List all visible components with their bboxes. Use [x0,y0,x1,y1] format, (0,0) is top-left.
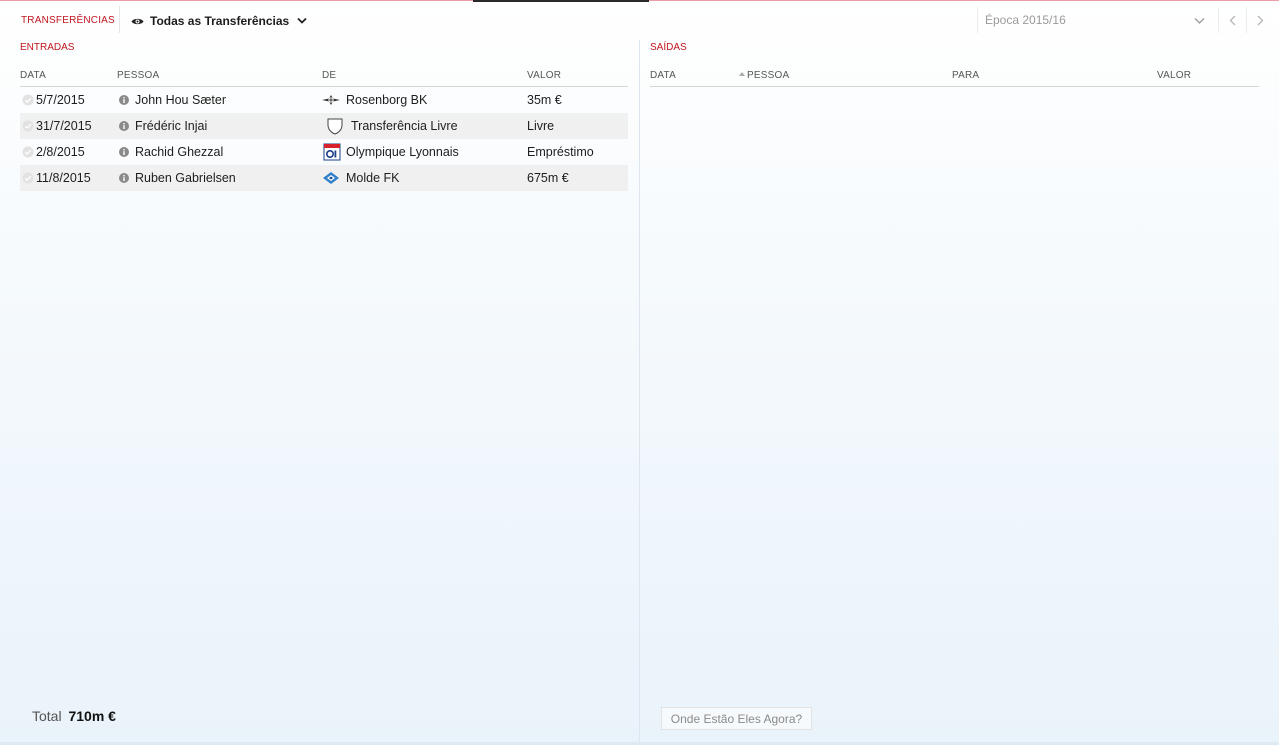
eye-icon [131,18,144,24]
info-icon[interactable] [119,173,129,183]
incoming-transfer-list: 5/7/2015 John Hou Sæter Rosenborg BK 35m… [20,87,628,191]
table-row[interactable]: 2/8/2015 Rachid Ghezzal Olympique Lyonna… [20,139,628,165]
info-icon[interactable] [119,95,129,105]
column-header-date[interactable]: DATA [20,70,46,81]
check-circle-icon [22,146,34,158]
panel-divider [639,40,640,745]
column-header-value[interactable]: VALOR [1157,70,1191,81]
total-value: 710m € [68,708,116,724]
club-name[interactable]: Rosenborg BK [346,93,427,107]
header-divider [119,6,120,33]
transfer-value: 35m € [527,93,562,107]
filter-label: Todas as Transferências [150,14,290,28]
previous-season-button[interactable] [1218,7,1246,33]
column-header-to[interactable]: PARA [952,70,979,81]
column-header-date[interactable]: DATA [650,70,676,81]
player-name[interactable]: Ruben Gabrielsen [135,171,236,185]
transfer-value: 675m € [527,171,569,185]
molde-crest-icon [323,172,339,184]
check-circle-icon [22,120,34,132]
transfer-date: 2/8/2015 [36,145,85,159]
player-name[interactable]: Frédéric Injai [135,119,207,133]
club-name[interactable]: Olympique Lyonnais [346,145,459,159]
transfer-date: 11/8/2015 [36,171,91,185]
chevron-down-icon [297,17,307,24]
info-icon[interactable] [119,121,129,131]
transfer-value: Empréstimo [527,145,594,159]
player-name[interactable]: John Hou Sæter [135,93,226,107]
transfer-value: Livre [527,119,555,133]
transfer-date: 31/7/2015 [36,119,92,133]
header-rule [650,86,1259,87]
club-name[interactable]: Molde FK [346,171,400,185]
table-row[interactable]: 11/8/2015 Ruben Gabrielsen Molde FK 675m… [20,165,628,191]
incoming-total: Total 710m € [32,708,116,724]
club-name[interactable]: Transferência Livre [351,119,458,133]
column-header-from[interactable]: DE [322,70,336,81]
lyon-crest-icon [323,143,341,161]
total-label: Total [32,708,62,724]
rosenborg-crest-icon [322,95,340,105]
header-bar: TRANSFERÊNCIAS Todas as Transferências É… [0,0,1279,40]
transfer-filter-dropdown[interactable]: Todas as Transferências [131,13,307,29]
section-title: TRANSFERÊNCIAS [21,15,115,26]
empty-shield-icon [327,118,343,135]
table-row[interactable]: 5/7/2015 John Hou Sæter Rosenborg BK 35m… [20,87,628,113]
chevron-left-icon [1229,15,1236,25]
column-header-value[interactable]: VALOR [527,70,561,81]
column-header-person-sorted[interactable]: PESSOA [739,70,789,81]
column-header-person[interactable]: PESSOA [117,70,159,81]
chevron-right-icon [1257,15,1264,25]
table-row[interactable]: 31/7/2015 Frédéric Injai Transferência L… [20,113,628,139]
outgoing-label: SAÍDAS [650,42,687,53]
next-season-button[interactable] [1246,7,1274,33]
chevron-down-icon [1194,18,1205,24]
transfer-date: 5/7/2015 [36,93,85,107]
column-header-person-label: PESSOA [747,70,790,81]
check-circle-icon [22,172,34,184]
season-selector[interactable]: Época 2015/16 [977,7,1215,33]
check-circle-icon [22,94,34,106]
where-are-they-now-button[interactable]: Onde Estão Eles Agora? [661,707,812,730]
incoming-label: ENTRADAS [20,42,75,53]
season-label: Época 2015/16 [985,13,1066,27]
sort-ascending-icon [739,72,745,77]
info-icon[interactable] [119,147,129,157]
player-name[interactable]: Rachid Ghezzal [135,145,223,159]
